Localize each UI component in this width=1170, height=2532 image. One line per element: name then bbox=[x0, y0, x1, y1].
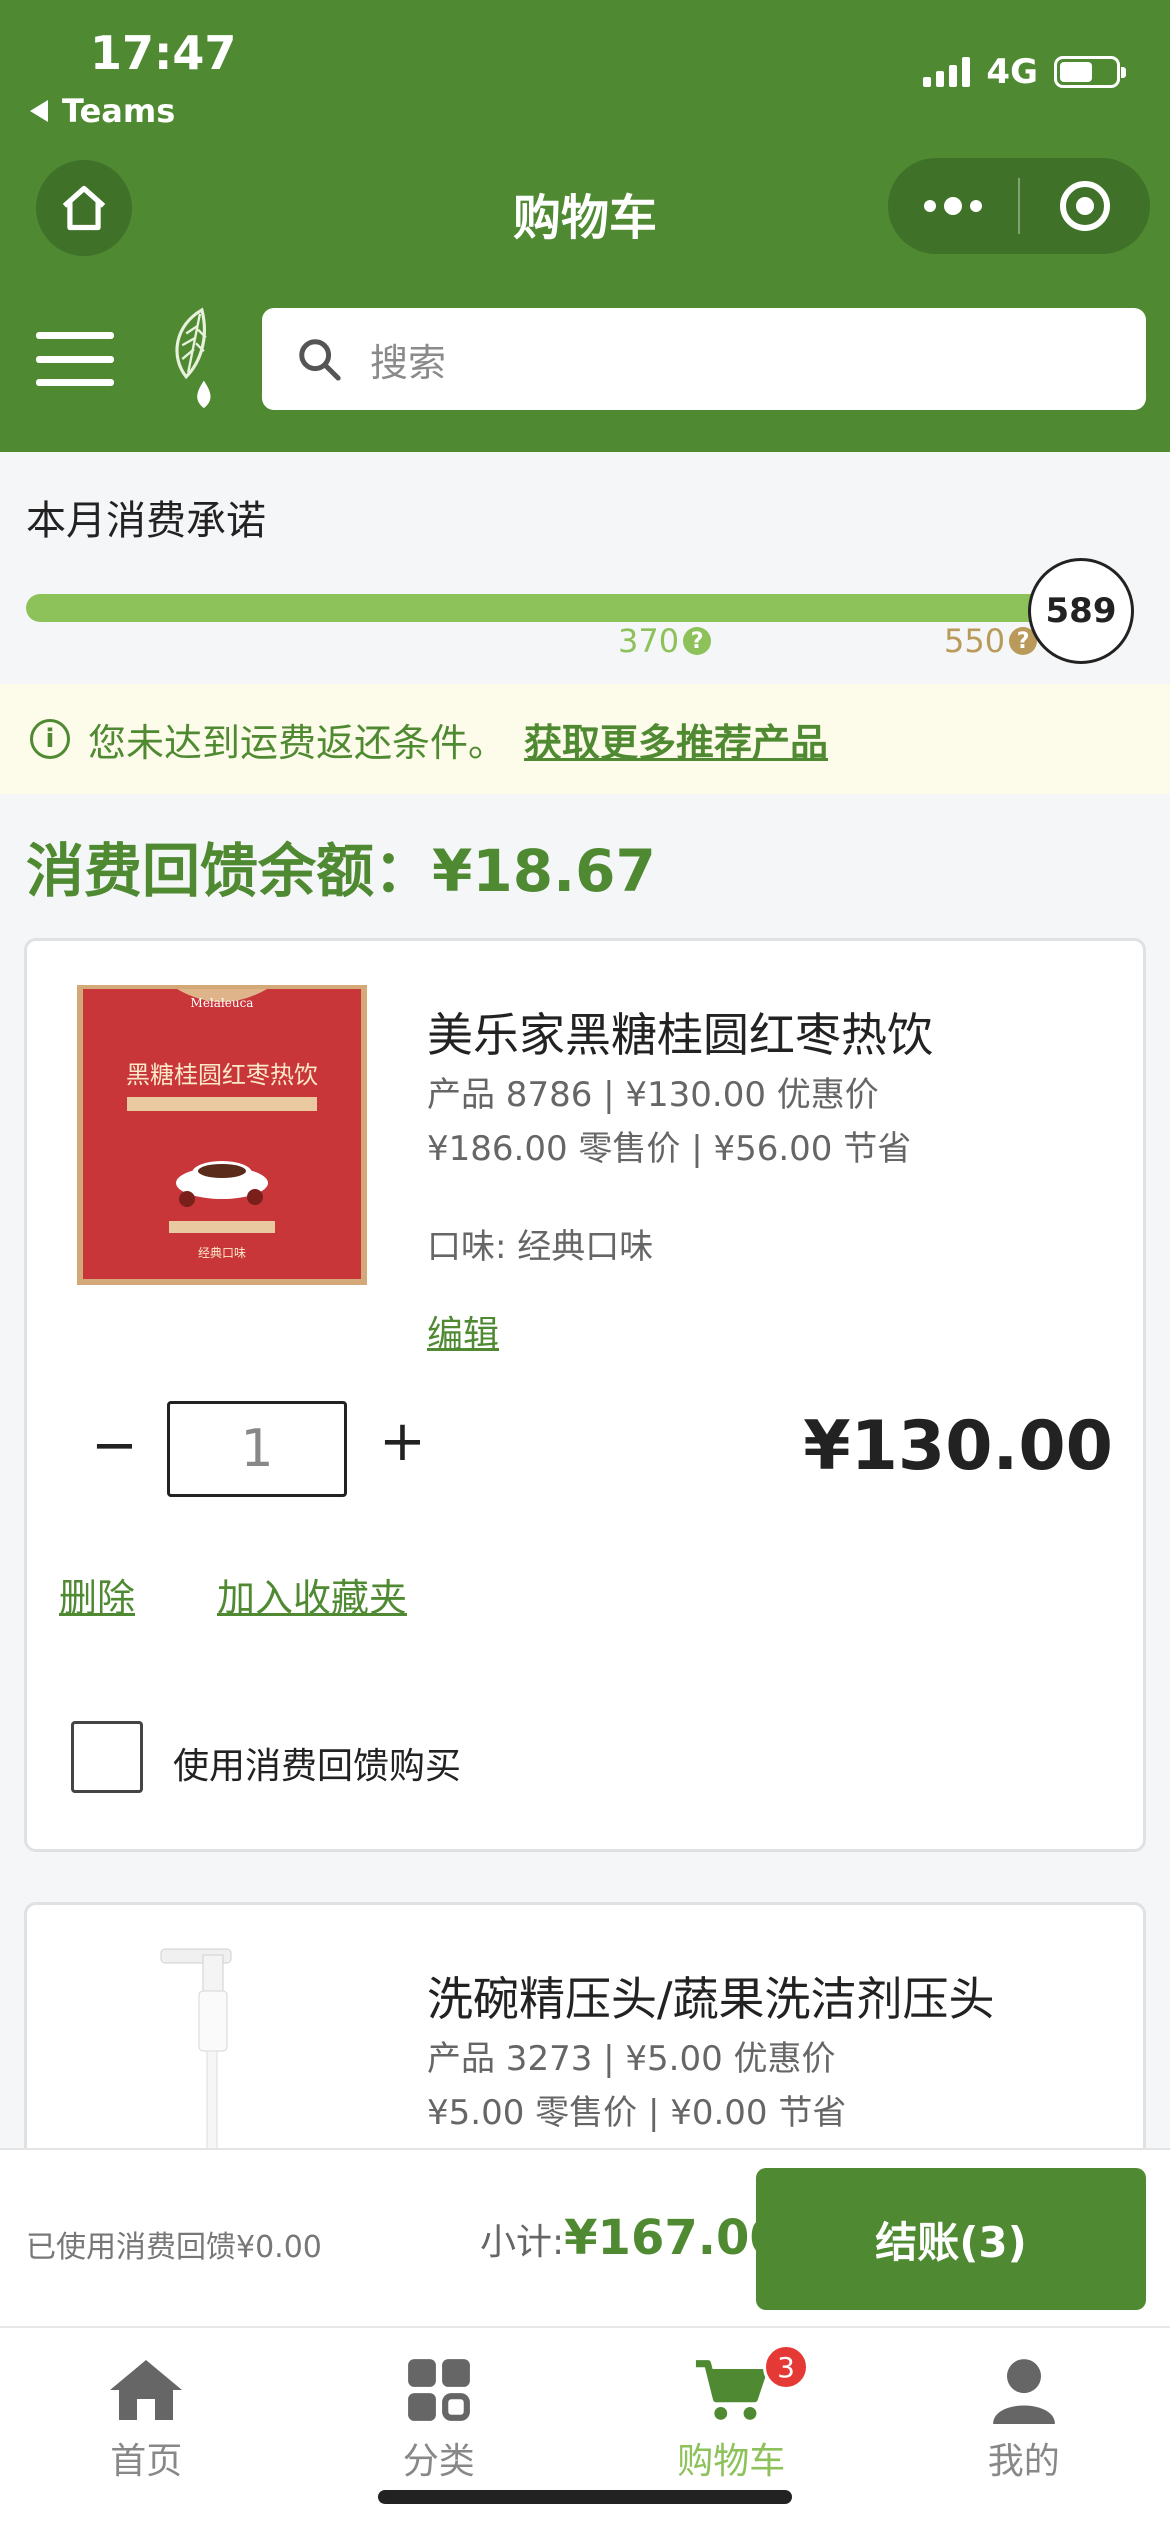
tab-profile[interactable]: 我的 bbox=[878, 2328, 1170, 2532]
tab-category-label: 分类 bbox=[402, 2441, 475, 2482]
home-icon bbox=[110, 2360, 183, 2420]
target-icon bbox=[1060, 181, 1110, 231]
back-app-label: Teams bbox=[62, 92, 176, 130]
recommended-products-link[interactable]: 获取更多推荐产品 bbox=[524, 712, 828, 767]
quantity-increase-button[interactable]: + bbox=[379, 1409, 426, 1474]
search-input[interactable]: 搜索 bbox=[262, 308, 1146, 410]
tab-home-label: 首页 bbox=[110, 2441, 183, 2482]
network-label: 4G bbox=[986, 52, 1038, 92]
subtotal-value: ¥167.00 bbox=[564, 2210, 783, 2266]
close-mini-program-button[interactable] bbox=[1020, 181, 1150, 231]
tab-home[interactable]: 首页 bbox=[0, 2328, 293, 2532]
use-feedback-checkbox[interactable] bbox=[71, 1721, 143, 1793]
commitment-progress-bar bbox=[26, 594, 1046, 622]
user-icon bbox=[992, 2359, 1055, 2424]
marker-550-label: 550 bbox=[944, 622, 1006, 660]
info-icon: i bbox=[30, 719, 70, 759]
tab-cart-label: 购物车 bbox=[677, 2441, 786, 2482]
product-image bbox=[160, 1948, 232, 2155]
cart-item-card: Melaleuca 黑糖桂圆红枣热饮 经典口味 美乐家黑糖桂圆红枣热饮 产品 8… bbox=[24, 938, 1146, 1852]
signal-icon bbox=[923, 57, 971, 87]
product-price-line: 产品 3273 | ¥5.00 优惠价 bbox=[427, 2039, 836, 2079]
quantity-input[interactable]: 1 bbox=[167, 1401, 347, 1497]
back-triangle-icon bbox=[30, 100, 48, 122]
battery-icon bbox=[1054, 56, 1126, 88]
product-image-brand: Melaleuca bbox=[191, 996, 254, 1010]
edit-link[interactable]: 编辑 bbox=[427, 1305, 499, 1357]
feedback-balance: 消费回馈余额：¥18.67 bbox=[26, 837, 656, 905]
used-feedback-text: 已使用消费回馈¥0.00 bbox=[26, 2230, 322, 2265]
notice-text: 您未达到运费返还条件。 bbox=[88, 720, 507, 765]
checkout-button[interactable]: 结账(3) bbox=[756, 2168, 1146, 2310]
back-to-app[interactable]: Teams bbox=[30, 92, 175, 130]
status-indicators: 4G bbox=[923, 52, 1126, 92]
marker-370-label: 370 bbox=[618, 622, 680, 660]
tab-profile-label: 我的 bbox=[987, 2441, 1060, 2482]
mini-program-capsule bbox=[888, 158, 1150, 254]
quantity-decrease-button[interactable]: − bbox=[91, 1413, 138, 1478]
home-indicator bbox=[378, 2490, 792, 2504]
cart-count-badge: 3 bbox=[763, 2344, 809, 2390]
product-flavor: 口味: 经典口味 bbox=[427, 1227, 654, 1267]
subtotal: 小计: ¥167.00 bbox=[480, 2210, 783, 2266]
status-time: 17:47 bbox=[90, 26, 237, 80]
subtotal-label: 小计: bbox=[480, 2222, 565, 2263]
item-total-price: ¥130.00 bbox=[803, 1407, 1113, 1486]
product-image: Melaleuca 黑糖桂圆红枣热饮 经典口味 bbox=[77, 985, 367, 1285]
product-image-flavor: 经典口味 bbox=[198, 1246, 246, 1260]
shipping-notice: i 您未达到运费返还条件。 获取更多推荐产品 bbox=[0, 684, 1170, 794]
marker-550: 550 ? bbox=[944, 622, 1038, 660]
cart-icon bbox=[696, 2360, 767, 2420]
use-feedback-label: 使用消费回馈购买 bbox=[173, 1746, 462, 1787]
grid-icon bbox=[407, 2359, 470, 2421]
search-icon bbox=[299, 339, 341, 381]
product-name[interactable]: 美乐家黑糖桂圆红枣热饮 bbox=[427, 999, 933, 1065]
product-image-title: 黑糖桂圆红枣热饮 bbox=[126, 1061, 318, 1089]
product-name[interactable]: 洗碗精压头/蔬果洗洁剂压头 bbox=[427, 1963, 995, 2029]
current-spend-bubble: 589 bbox=[1028, 558, 1134, 664]
add-to-favorites-link[interactable]: 加入收藏夹 bbox=[217, 1567, 407, 1622]
hamburger-menu-icon[interactable] bbox=[36, 332, 114, 386]
checkout-bar: 已使用消费回馈¥0.00 小计: ¥167.00 结账(3) bbox=[0, 2148, 1170, 2326]
leaf-logo-icon bbox=[175, 307, 211, 409]
product-price-line: 产品 8786 | ¥130.00 优惠价 bbox=[427, 1075, 879, 1115]
product-retail-line: ¥186.00 零售价 | ¥56.00 节省 bbox=[427, 1129, 912, 1169]
delete-link[interactable]: 删除 bbox=[59, 1567, 135, 1622]
search-placeholder: 搜索 bbox=[370, 340, 447, 385]
marker-370: 370 ? bbox=[618, 622, 712, 660]
more-options-icon[interactable] bbox=[888, 197, 1018, 215]
help-icon[interactable]: ? bbox=[683, 627, 712, 655]
commitment-title: 本月消费承诺 bbox=[26, 498, 266, 544]
product-retail-line: ¥5.00 零售价 | ¥0.00 节省 bbox=[427, 2093, 847, 2133]
